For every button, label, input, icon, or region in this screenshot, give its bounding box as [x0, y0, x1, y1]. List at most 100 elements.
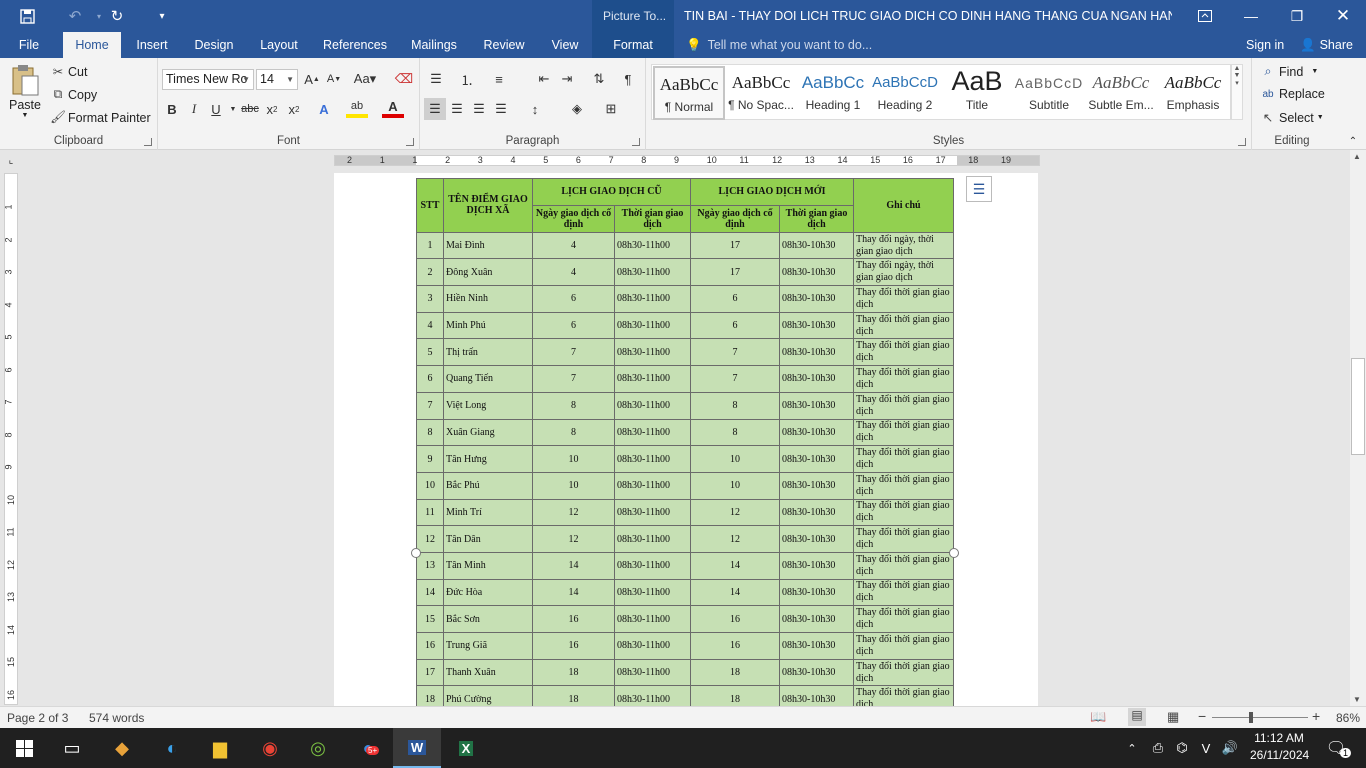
input-method-icon[interactable]: V	[1194, 728, 1218, 768]
tab-review[interactable]: Review	[476, 32, 532, 58]
cell-ghichu[interactable]: Thay đổi thời gian giao dịch	[853, 338, 954, 367]
cell-ghichu[interactable]: Thay đổi thời gian giao dịch	[853, 525, 954, 553]
zoom-out-icon[interactable]: −	[1198, 708, 1206, 724]
table-row[interactable]: 15 Bắc Sơn 16 08h30-11h00 16 08h30-10h30 Thay …	[416, 605, 954, 633]
multilevel-list-icon[interactable]: ≡	[488, 68, 510, 90]
cell-stt[interactable]: 11	[416, 498, 444, 527]
cell-ngay-cu[interactable]: 12	[532, 525, 615, 553]
align-center-icon[interactable]: ☰	[446, 98, 468, 120]
cell-ngay-moi[interactable]: 7	[690, 338, 780, 367]
cell-ten[interactable]: Mai Đình	[443, 231, 533, 260]
table-row[interactable]: 5 Thị trấn 7 08h30-11h00 7 08h30-10h30 Thay đổ…	[416, 338, 954, 367]
sign-in-link[interactable]: Sign in	[1246, 32, 1284, 58]
layout-options-icon[interactable]: ☰	[966, 176, 992, 202]
table-row[interactable]: 9 Tân Hưng 10 08h30-11h00 10 08h30-10h30 Thay …	[416, 445, 954, 473]
dialog-launcher-icon[interactable]	[406, 138, 414, 146]
cell-ghichu[interactable]: Thay đổi thời gian giao dịch	[853, 658, 954, 687]
cell-ghichu[interactable]: Thay đổi thời gian giao dịch	[853, 418, 954, 447]
dialog-launcher-icon[interactable]	[1238, 138, 1246, 146]
cell-ngay-cu[interactable]: 14	[532, 578, 615, 607]
cell-ten[interactable]: Quang Tiến	[443, 365, 533, 393]
cell-ngay-cu[interactable]: 18	[532, 658, 615, 687]
edge-icon[interactable]: ◐	[148, 728, 196, 768]
cell-ghichu[interactable]: Thay đổi ngày, thời gian giao dịch	[853, 258, 954, 287]
cell-ngay-cu[interactable]: 8	[532, 391, 615, 420]
save-icon[interactable]	[12, 0, 42, 32]
cell-ten[interactable]: Trung Giã	[443, 632, 533, 660]
tab-file[interactable]: File	[8, 32, 50, 58]
align-right-icon[interactable]: ☰	[468, 98, 490, 120]
change-case-icon[interactable]: Aa▾	[351, 68, 379, 90]
zoom-slider-thumb[interactable]	[1249, 712, 1253, 723]
tab-format[interactable]: Format	[592, 32, 674, 58]
find-button[interactable]: ⌕ Find ▼	[1260, 64, 1318, 79]
shrink-font-icon[interactable]: A ▼	[323, 68, 345, 90]
collapse-ribbon-icon[interactable]: ⌃	[1342, 130, 1364, 152]
cell-ngay-moi[interactable]: 12	[690, 525, 780, 553]
cell-ngay-moi[interactable]: 16	[690, 605, 780, 633]
cell-tg-cu[interactable]: 08h30-11h00	[614, 391, 691, 420]
cell-ngay-cu[interactable]: 8	[532, 418, 615, 447]
cell-ten[interactable]: Đức Hòa	[443, 578, 533, 607]
font-size-select[interactable]: 14 ▼	[256, 69, 298, 90]
cell-tg-moi[interactable]: 08h30-10h30	[779, 445, 854, 473]
cell-ten[interactable]: Tân Minh	[443, 551, 533, 580]
cell-ngay-cu[interactable]: 14	[532, 551, 615, 580]
zalo-icon[interactable]: ●5+	[344, 728, 392, 768]
cut-button[interactable]: ✂ Cut	[50, 64, 88, 80]
cell-tg-moi[interactable]: 08h30-10h30	[779, 311, 854, 340]
cell-tg-cu[interactable]: 08h30-11h00	[614, 258, 691, 287]
cell-ten[interactable]: Xuân Giang	[443, 418, 533, 447]
format-painter-button[interactable]: 🖌 Format Painter	[50, 110, 151, 125]
select-button[interactable]: ↖ Select ▼	[1260, 110, 1324, 126]
show-hidden-icons-icon[interactable]: ⌃	[1120, 728, 1144, 768]
notifications-icon[interactable]: 🗨 1	[1316, 728, 1356, 768]
strikethrough-icon[interactable]: abc	[239, 98, 261, 120]
style-heading-1[interactable]: AaBbCc Heading 1	[797, 66, 869, 120]
cell-ngay-moi[interactable]: 16	[690, 632, 780, 660]
table-row[interactable]: 14 Đức Hòa 14 08h30-11h00 14 08h30-10h30 Thay …	[416, 578, 954, 607]
restore-icon[interactable]: ❐	[1274, 0, 1320, 32]
cell-tg-moi[interactable]: 08h30-10h30	[779, 632, 854, 660]
table-row[interactable]: 17 Thanh Xuân 18 08h30-11h00 18 08h30-10h30 Th…	[416, 658, 954, 687]
cell-ngay-cu[interactable]: 18	[532, 685, 615, 706]
clock[interactable]: 11:12 AM 26/11/2024	[1250, 731, 1309, 762]
minimize-icon[interactable]: —	[1228, 0, 1274, 32]
scroll-up-icon[interactable]: ▲	[1353, 152, 1361, 161]
table-row[interactable]: 12 Tân Dân 12 08h30-11h00 12 08h30-10h30 Thay …	[416, 525, 954, 553]
cell-ghichu[interactable]: Thay đổi thời gian giao dịch	[853, 578, 954, 607]
cell-stt[interactable]: 1	[416, 231, 444, 260]
cell-ngay-cu[interactable]: 12	[532, 498, 615, 527]
cell-tg-cu[interactable]: 08h30-11h00	[614, 658, 691, 687]
grow-font-icon[interactable]: A ▲	[301, 68, 323, 90]
tab-design[interactable]: Design	[186, 32, 242, 58]
cell-tg-moi[interactable]: 08h30-10h30	[779, 231, 854, 260]
read-mode-icon[interactable]: 📖	[1090, 709, 1106, 725]
cell-ghichu[interactable]: Thay đổi thời gian giao dịch	[853, 685, 954, 706]
cell-stt[interactable]: 12	[416, 525, 444, 553]
share-button[interactable]: 👤 Share	[1300, 32, 1353, 58]
cell-ghichu[interactable]: Thay đổi thời gian giao dịch	[853, 551, 954, 580]
task-view-icon[interactable]: ▭	[48, 728, 96, 768]
shading-icon[interactable]: ◈	[566, 98, 588, 120]
style-title[interactable]: AaB Title	[941, 66, 1013, 120]
cell-ten[interactable]: Tân Dân	[443, 525, 533, 553]
cell-tg-moi[interactable]: 08h30-10h30	[779, 525, 854, 553]
clear-formatting-icon[interactable]: ⌫	[393, 68, 415, 90]
cell-stt[interactable]: 2	[416, 258, 444, 287]
increase-indent-icon[interactable]: ⇥	[556, 68, 578, 90]
table-row[interactable]: 13 Tân Minh 14 08h30-11h00 14 08h30-10h30 Thay…	[416, 551, 954, 580]
word-count[interactable]: 574 words	[89, 711, 144, 725]
resize-handle[interactable]	[949, 548, 959, 558]
tab-view[interactable]: View	[544, 32, 586, 58]
bullets-icon[interactable]: ☰	[425, 68, 447, 90]
cell-tg-cu[interactable]: 08h30-11h00	[614, 525, 691, 553]
cell-stt[interactable]: 7	[416, 391, 444, 420]
cell-tg-moi[interactable]: 08h30-10h30	[779, 418, 854, 447]
cell-stt[interactable]: 5	[416, 338, 444, 367]
cell-ngay-moi[interactable]: 8	[690, 391, 780, 420]
cell-tg-moi[interactable]: 08h30-10h30	[779, 658, 854, 687]
resize-handle[interactable]	[411, 548, 421, 558]
volume-icon[interactable]: 🔊	[1218, 728, 1242, 768]
cell-ngay-cu[interactable]: 7	[532, 338, 615, 367]
